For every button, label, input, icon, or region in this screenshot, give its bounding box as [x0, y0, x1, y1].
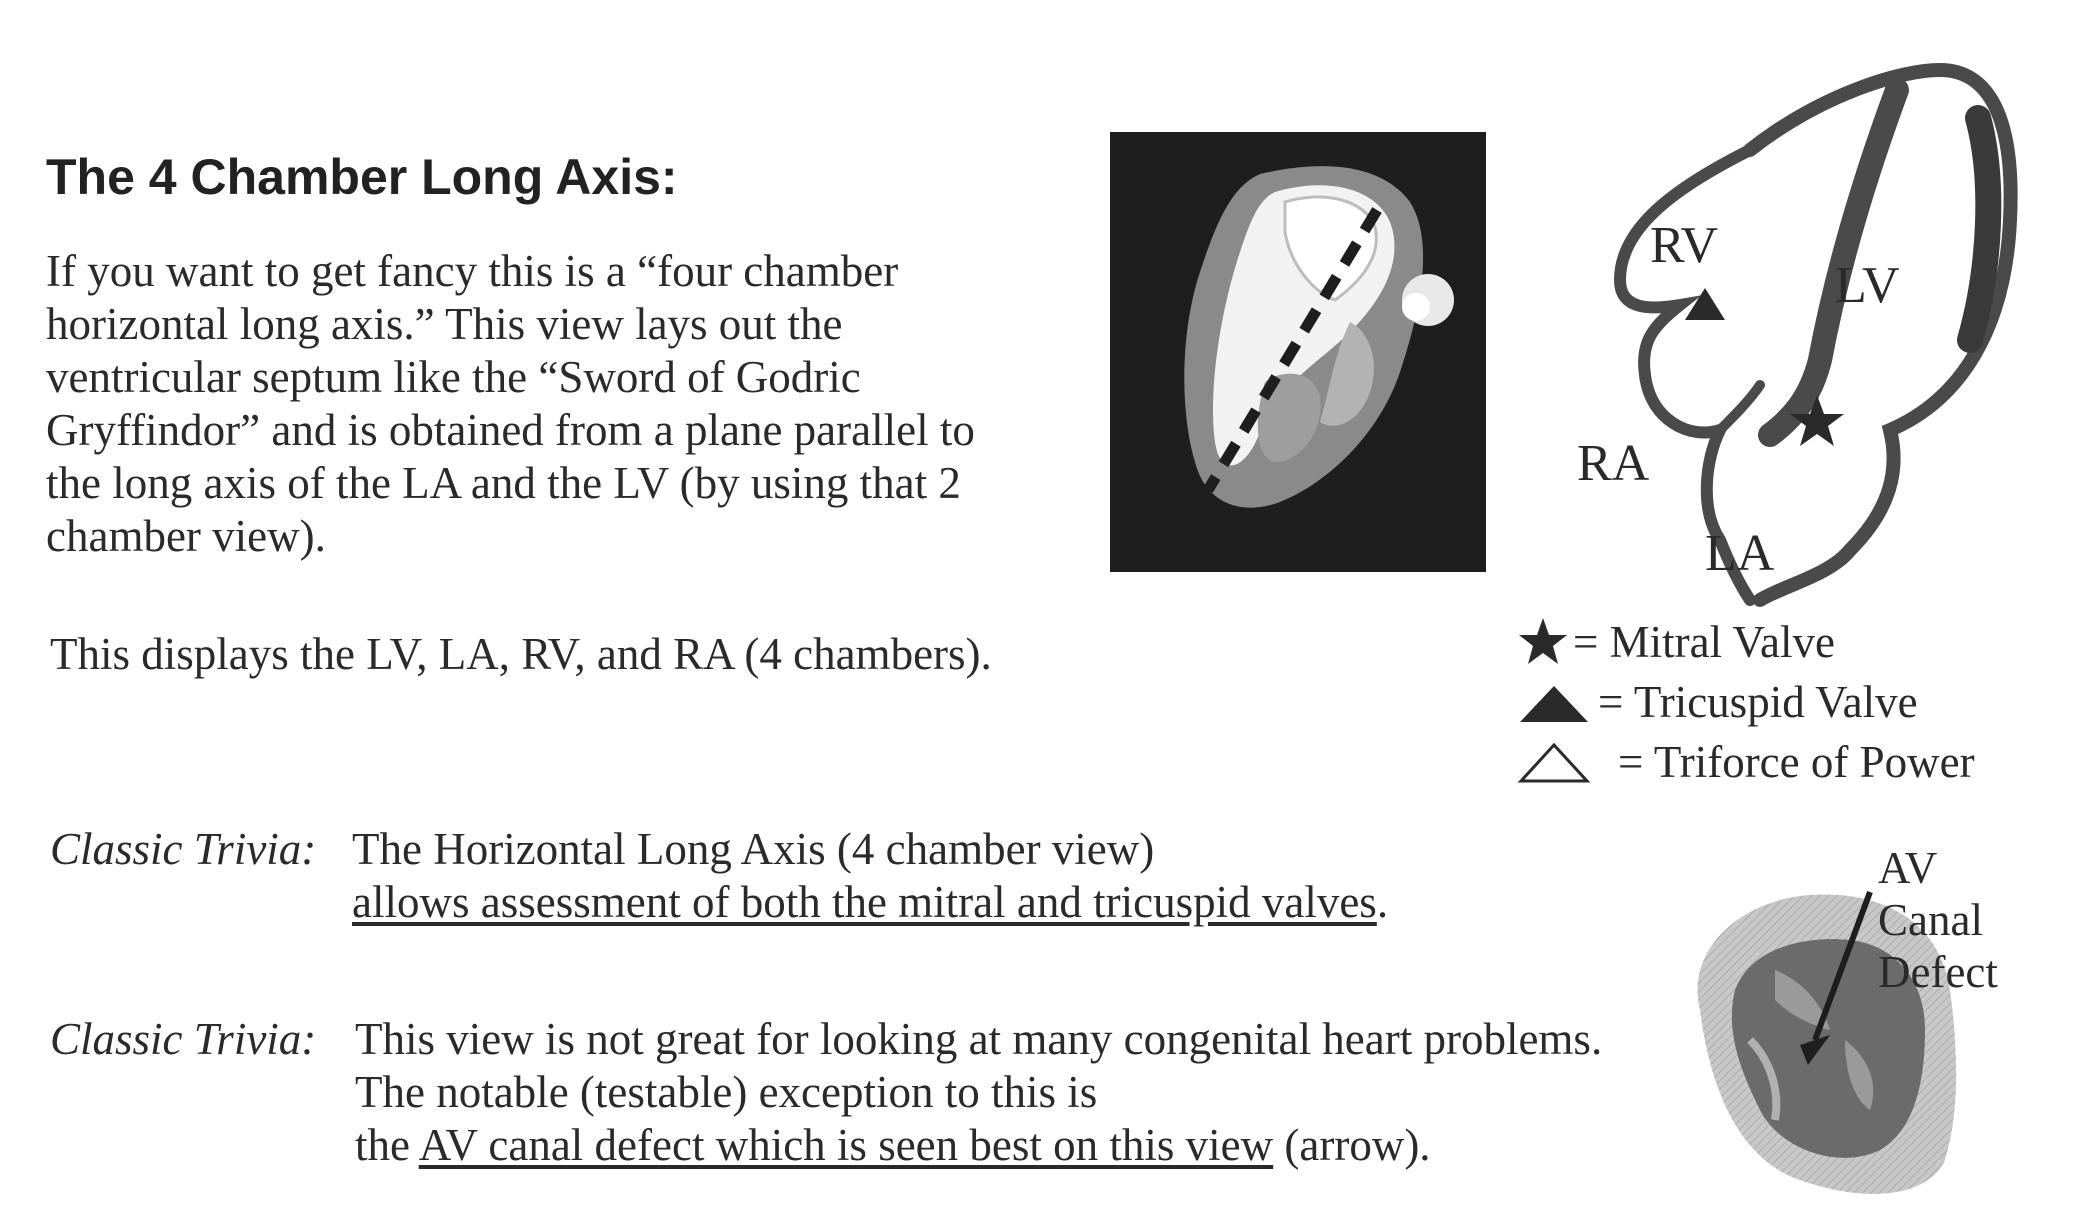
trivia-text: the	[355, 1120, 419, 1170]
legend-text: = Triforce of Power	[1618, 737, 1975, 787]
filled-triangle-icon	[1520, 686, 1588, 722]
trivia-line: The Horizontal Long Axis (4 chamber view…	[352, 824, 1155, 874]
legend-text: = Mitral Valve	[1573, 617, 1836, 667]
trivia-line: allows assessment of both the mitral and…	[352, 876, 1388, 929]
av-label-line: AV	[1878, 843, 1938, 893]
av-label-line: Canal	[1878, 895, 1983, 945]
trivia-label: Classic Trivia:	[50, 1014, 317, 1064]
intro-line: If you want to get fancy this is a “four…	[46, 246, 899, 296]
intro-line: Gryffindor” and is obtained from a plane…	[46, 405, 975, 455]
intro-line: horizontal long axis.” This view lays ou…	[46, 299, 843, 349]
trivia-body: This view is not great for looking at ma…	[355, 1013, 1602, 1172]
outline-triangle-icon	[1517, 742, 1591, 783]
intro-line: chamber view).	[46, 511, 326, 561]
four-chamber-mri-image	[1110, 132, 1486, 572]
ra-label: RA	[1577, 435, 1650, 492]
intro-paragraph: If you want to get fancy this is a “four…	[46, 245, 1096, 563]
four-chamber-diagram: RV LV RA LA	[1577, 62, 2018, 607]
trivia-text: .	[1376, 877, 1389, 927]
trivia-text: (arrow).	[1273, 1120, 1431, 1170]
intro-line: the long axis of the LA and the LV (by u…	[46, 458, 961, 508]
filled-star-icon	[1519, 618, 1567, 664]
trivia-underlined-text: allows assessment of both the mitral and…	[352, 877, 1377, 927]
trivia-label: Classic Trivia:	[50, 824, 317, 874]
page-title: The 4 Chamber Long Axis:	[46, 149, 678, 205]
trivia-underlined-text: AV canal defect which is seen best on th…	[418, 1120, 1274, 1170]
av-label-line: Defect	[1878, 947, 1998, 997]
legend-text: = Tricuspid Valve	[1598, 677, 1918, 727]
trivia-line: The notable (testable) exception to this…	[355, 1067, 1098, 1117]
rv-label: RV	[1650, 217, 1718, 274]
la-label: LA	[1705, 525, 1775, 582]
chambers-paragraph: This displays the LV, LA, RV, and RA (4 …	[50, 629, 992, 679]
trivia-line: the AV canal defect which is seen best o…	[355, 1119, 1602, 1172]
lv-label: LV	[1835, 257, 1900, 314]
av-canal-defect-label: AV Canal Defect	[1878, 842, 1998, 998]
trivia-body: The Horizontal Long Axis (4 chamber view…	[352, 823, 1388, 929]
trivia-line: This view is not great for looking at ma…	[355, 1014, 1603, 1064]
intro-line: ventricular septum like the “Sword of Go…	[46, 352, 861, 402]
tricuspid-valve-triangle	[1685, 288, 1725, 320]
